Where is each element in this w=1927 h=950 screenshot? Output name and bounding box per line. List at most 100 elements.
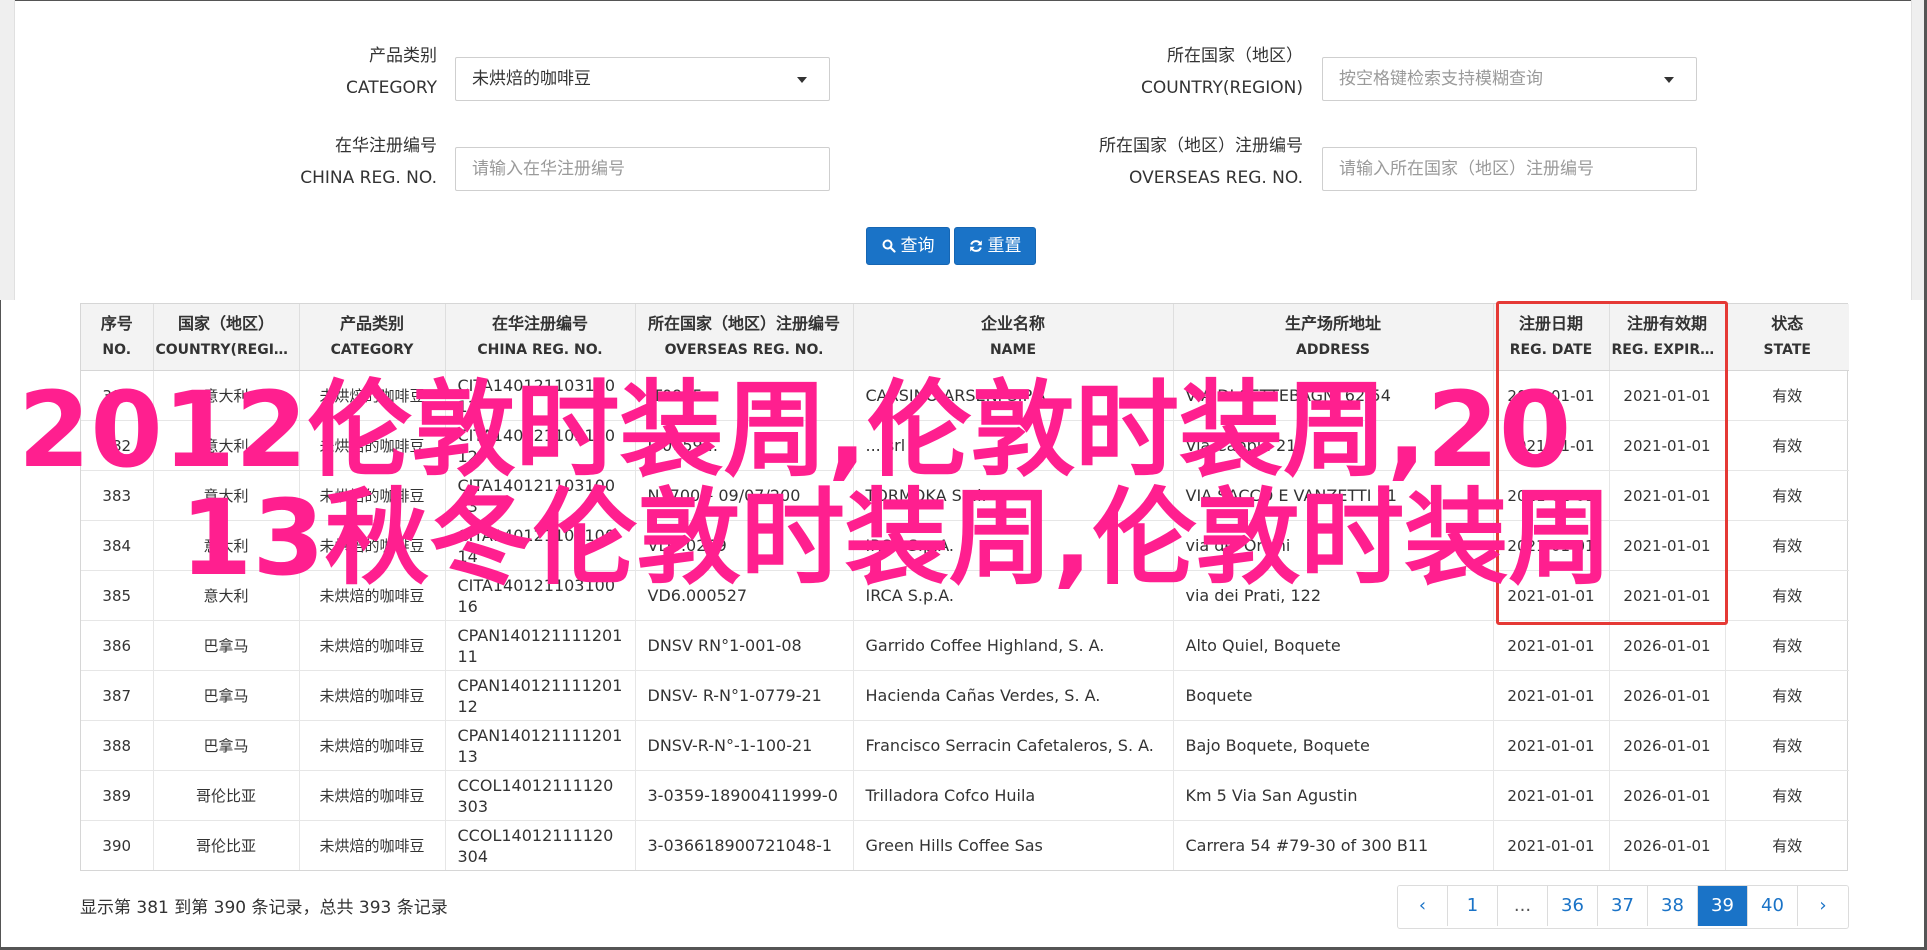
- category-cell: 未烘焙的咖啡豆: [299, 520, 446, 571]
- row-number: 388: [81, 720, 154, 771]
- column-header-en: ADDRESS: [1296, 342, 1370, 358]
- table-header-row: 序号 NO. 国家（地区） COUNTRY(REGIO... 产品类别 CATEGORY 在…: [81, 304, 1849, 371]
- reg-expire-cell: 2026-01-01: [1609, 670, 1726, 721]
- column-header[interactable]: 注册有效期 REG. EXPIRE ...: [1609, 304, 1726, 371]
- address-cell: Via Cabbia 21: [1173, 420, 1494, 471]
- china-reg-label-cn: 在华注册编号: [335, 136, 437, 156]
- reg-expire-cell: 2021-01-01: [1609, 420, 1726, 471]
- china-reg-cell: CITA14012110310011: [445, 370, 636, 421]
- name-cell: Francisco Serracin Cafetaleros, S. A.: [853, 720, 1174, 771]
- row-number: 386: [81, 620, 154, 671]
- category-cell: 未烘焙的咖啡豆: [299, 670, 446, 721]
- state-cell: 有效: [1725, 420, 1849, 471]
- overseas-reg-cell: DNSV-R-N°-1-100-21: [635, 720, 854, 771]
- column-header[interactable]: 在华注册编号 CHINA REG. NO.: [445, 304, 636, 371]
- overseas-reg-cell: N. 700 – 09/07/200: [635, 470, 854, 521]
- row-number: 382: [81, 420, 154, 471]
- name-cell: ... srl: [853, 420, 1174, 471]
- reg-expire-cell: 2026-01-01: [1609, 620, 1726, 671]
- row-number: 384: [81, 520, 154, 571]
- address-cell: Km 5 Via San Agustin: [1173, 770, 1494, 821]
- address-cell: Carrera 54 #79-30 of 300 B11: [1173, 820, 1494, 870]
- country-cell: 意大利: [153, 570, 300, 621]
- reg-date-cell: 2021-01-01: [1493, 770, 1610, 821]
- category-cell: 未烘焙的咖啡豆: [299, 620, 446, 671]
- page-button[interactable]: 1: [1448, 886, 1498, 926]
- country-cell: 哥伦比亚: [153, 770, 300, 821]
- reg-expire-cell: 2021-01-01: [1609, 370, 1726, 421]
- table-row[interactable]: 385 意大利 未烘焙的咖啡豆 CITA14012110310016 VD6.00052…: [81, 570, 1849, 621]
- china-reg-cell: CITA14012110310013: [445, 470, 636, 521]
- table-row[interactable]: 388 巴拿马 未烘焙的咖啡豆 CPAN14012111120113 DNSV-R-N°…: [81, 720, 1849, 771]
- reset-button[interactable]: 重置: [954, 227, 1036, 265]
- name-cell: TORMOKA S.r.l.: [853, 470, 1174, 521]
- category-cell: 未烘焙的咖啡豆: [299, 770, 446, 821]
- reg-expire-cell: 2021-01-01: [1609, 470, 1726, 521]
- column-header[interactable]: 生产场所地址 ADDRESS: [1173, 304, 1494, 371]
- table-row[interactable]: 382 意大利 未烘焙的咖啡豆 CITA14012110310012 IT0059...…: [81, 420, 1849, 471]
- column-header-en: COUNTRY(REGIO...: [155, 342, 297, 358]
- reset-button-label: 重置: [987, 236, 1022, 256]
- column-header[interactable]: 注册日期 REG. DATE: [1493, 304, 1610, 371]
- column-header[interactable]: 状态 STATE: [1725, 304, 1849, 371]
- overseas-reg-input-placeholder: 请输入所在国家（地区）注册编号: [1339, 159, 1594, 179]
- country-cell: 意大利: [153, 520, 300, 571]
- column-header-en: NO.: [102, 342, 132, 358]
- overseas-reg-cell: IT0905...: [635, 370, 854, 421]
- table-row[interactable]: 387 巴拿马 未烘焙的咖啡豆 CPAN14012111120112 DNSV- R-N…: [81, 670, 1849, 721]
- right-scrollbar[interactable]: [1911, 0, 1924, 300]
- page-button[interactable]: 38: [1648, 886, 1698, 926]
- china-reg-input[interactable]: 请输入在华注册编号: [455, 147, 830, 191]
- overseas-reg-cell: DNSV RN°1-001-08: [635, 620, 854, 671]
- category-select[interactable]: 未烘焙的咖啡豆: [455, 57, 830, 101]
- overseas-reg-input[interactable]: 请输入所在国家（地区）注册编号: [1322, 147, 1697, 191]
- table-row[interactable]: 384 意大利 未烘焙的咖啡豆 CITA14012110310014 VD6.0269 I…: [81, 520, 1849, 571]
- column-header-cn: 国家（地区）: [177, 314, 274, 333]
- column-header-en: REG. DATE: [1509, 342, 1593, 358]
- column-header[interactable]: 国家（地区） COUNTRY(REGIO...: [153, 304, 300, 371]
- table-row[interactable]: 381 意大利 未烘焙的咖啡豆 CITA14012110310011 IT0905...…: [81, 370, 1849, 421]
- column-header[interactable]: 所在国家（地区）注册编号 OVERSEAS REG. NO.: [635, 304, 854, 371]
- column-header-en: STATE: [1763, 342, 1811, 358]
- china-reg-cell: CITA14012110310014: [445, 520, 636, 571]
- page-button[interactable]: 36: [1548, 886, 1598, 926]
- overseas-reg-label: 所在国家（地区）注册编号 OVERSEAS REG. NO.: [1099, 130, 1303, 194]
- state-cell: 有效: [1725, 520, 1849, 571]
- state-cell: 有效: [1725, 720, 1849, 771]
- query-button[interactable]: 查询: [866, 227, 950, 265]
- category-cell: 未烘焙的咖啡豆: [299, 570, 446, 621]
- table-row[interactable]: 390 哥伦比亚 未烘焙的咖啡豆 CCOL14012111120304 3-036618…: [81, 820, 1849, 870]
- overseas-reg-cell: VD6.0269: [635, 520, 854, 571]
- left-scrollbar[interactable]: [0, 0, 15, 300]
- country-label: 所在国家（地区） COUNTRY(REGION): [1141, 40, 1303, 104]
- page-ellipsis[interactable]: ...: [1498, 886, 1548, 926]
- page-button[interactable]: 40: [1748, 886, 1798, 926]
- address-cell: VIA DI SETTEBAGNI 62/54: [1173, 370, 1494, 421]
- reg-expire-cell: 2026-01-01: [1609, 820, 1726, 870]
- query-button-label: 查询: [900, 236, 935, 256]
- page-button[interactable]: 37: [1598, 886, 1648, 926]
- next-page-button[interactable]: ›: [1798, 886, 1848, 926]
- overseas-reg-cell: 3-0359-18900411999-0: [635, 770, 854, 821]
- page-button[interactable]: 39: [1698, 886, 1748, 926]
- country-select[interactable]: 按空格键检索支持模糊查询: [1322, 57, 1697, 101]
- column-header[interactable]: 序号 NO.: [81, 304, 154, 371]
- state-cell: 有效: [1725, 370, 1849, 421]
- table-row[interactable]: 389 哥伦比亚 未烘焙的咖啡豆 CCOL14012111120303 3-0359-1…: [81, 770, 1849, 821]
- table-row[interactable]: 383 意大利 未烘焙的咖啡豆 CITA14012110310013 N. 700 – …: [81, 470, 1849, 521]
- address-cell: via dei Orsini: [1173, 520, 1494, 571]
- column-header-cn: 企业名称: [980, 314, 1045, 333]
- country-cell: 哥伦比亚: [153, 820, 300, 870]
- table-row[interactable]: 386 巴拿马 未烘焙的咖啡豆 CPAN14012111120111 DNSV RN°1…: [81, 620, 1849, 671]
- row-number: 383: [81, 470, 154, 521]
- state-cell: 有效: [1772, 837, 1803, 855]
- china-reg-cell: CCOL14012111120304: [445, 820, 636, 870]
- category-cell: 未烘焙的咖啡豆: [299, 720, 446, 771]
- country-label-cn: 所在国家（地区）: [1167, 46, 1303, 66]
- china-reg-label: 在华注册编号 CHINA REG. NO.: [300, 130, 437, 194]
- column-header[interactable]: 产品类别 CATEGORY: [299, 304, 446, 371]
- column-header[interactable]: 企业名称 NAME: [853, 304, 1174, 371]
- column-header-cn: 注册日期: [1518, 314, 1583, 333]
- prev-page-button[interactable]: ‹: [1398, 886, 1448, 926]
- reg-date-cell: 2021-01-01: [1493, 670, 1610, 721]
